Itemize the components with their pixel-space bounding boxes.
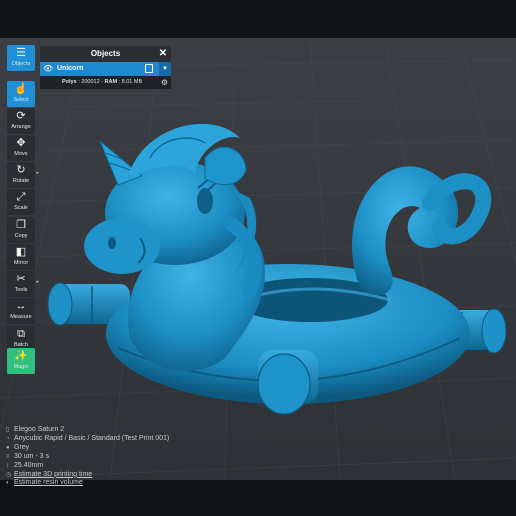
object-stats: Polys : 200012 - RAM : 8.01 MB ⚙ — [62, 76, 168, 89]
submenu-arrow-icon: ▸ — [36, 279, 39, 285]
scale-icon: ⤢ — [16, 191, 26, 203]
front-handle — [257, 350, 318, 415]
object-name: Unicorn — [57, 65, 84, 72]
pointer-icon: ☝ — [14, 83, 28, 95]
move-button[interactable]: ✥ Move — [7, 135, 35, 161]
time-row: ◷ Estimate 3D printing time — [6, 471, 169, 480]
color-row: ● Grey — [6, 444, 169, 453]
resin-name[interactable]: Anycubic Rapid / Basic / Standard (Test … — [14, 435, 169, 442]
rotate-button[interactable]: ↻ Rotate ▸ — [7, 162, 39, 188]
printer-icon: ▯ — [6, 427, 10, 433]
mirror-icon: ◧ — [15, 246, 27, 258]
move-icon: ✥ — [16, 137, 26, 149]
model-height: 25.40mm — [14, 461, 44, 469]
tail — [351, 166, 492, 296]
ram-label: RAM — [104, 79, 118, 85]
color-icon: ● — [6, 444, 10, 451]
layers-icon: ≡ — [6, 453, 10, 460]
objects-panel-header: Objects ✕ — [40, 46, 171, 62]
layer-row: ≡ 30 um - 3 s — [6, 453, 169, 462]
select-label: Select — [13, 97, 29, 103]
height-row: ↕ 25.40mm — [6, 462, 169, 471]
mirror-label: Mirror — [13, 260, 29, 266]
resin-volume-row: ◐ Estimate resin volume — [6, 479, 169, 488]
printer-name[interactable]: Elegoo Saturn 2 — [14, 426, 64, 433]
top-bar — [0, 0, 516, 38]
scale-button[interactable]: ⤢ Scale — [7, 189, 35, 215]
eye-icon[interactable]: 👁 — [43, 62, 53, 76]
unicorn-model[interactable] — [0, 38, 516, 480]
copy-button[interactable]: ❐ Copy — [7, 217, 35, 243]
copy-icon: ❐ — [16, 219, 26, 231]
rotate-icon: ↻ — [16, 164, 26, 176]
gear-icon[interactable]: ⚙ — [161, 76, 168, 89]
ram-value: 8.01 MB — [121, 79, 143, 85]
printer-info: ▯ Elegoo Saturn 2 ◔ Anycubic Rapid / Basic… — [6, 426, 169, 488]
magic-label: Magic — [13, 364, 29, 370]
tools-label: Tools — [14, 287, 28, 293]
close-icon[interactable]: ✕ — [157, 46, 169, 62]
objects-panel: Objects ✕ 👁 Unicorn ▼ Polys : 200012 - R… — [40, 46, 171, 89]
color-name[interactable]: Grey — [14, 444, 29, 451]
unicorn-ear — [204, 146, 247, 186]
scale-label: Scale — [14, 205, 28, 211]
measure-icon: ↔ — [15, 300, 27, 312]
list-icon: ☰ — [16, 47, 26, 59]
object-row-unicorn[interactable]: 👁 Unicorn ▼ — [40, 62, 171, 76]
scissors-icon: ✂ — [16, 273, 26, 285]
estimate-resin-link[interactable]: Estimate resin volume — [14, 479, 83, 486]
rotate-label: Rotate — [12, 178, 30, 184]
select-button[interactable]: ☝ Select — [7, 81, 35, 107]
drop-icon: ◐ — [6, 480, 10, 487]
3d-viewport[interactable] — [0, 38, 516, 480]
arrange-button[interactable]: ⟳ Arrange — [7, 108, 35, 134]
arrange-icon: ⟳ — [16, 110, 26, 122]
layer-settings[interactable]: 30 um - 3 s — [14, 453, 49, 460]
measure-label: Measure — [10, 314, 32, 320]
magic-button[interactable]: ✨ Magic — [7, 348, 35, 374]
move-label: Move — [14, 151, 28, 157]
height-icon: ↕ — [6, 462, 9, 469]
polys-value: 200012 — [81, 79, 100, 85]
polys-label: Polys — [62, 79, 77, 85]
objects-panel-title: Objects — [90, 49, 121, 58]
copy-label: Copy — [14, 233, 28, 239]
measure-button[interactable]: ↔ Measure — [7, 298, 35, 324]
chevron-down-icon[interactable]: ▼ — [159, 62, 171, 76]
estimate-time-link[interactable]: Estimate 3D printing time — [14, 471, 92, 478]
cube-icon[interactable] — [145, 64, 153, 73]
objects-label: Objects — [11, 61, 31, 67]
mirror-button[interactable]: ◧ Mirror — [7, 244, 35, 270]
objects-button[interactable]: ☰ Objects — [7, 45, 35, 71]
batch-icon: ⧉ — [17, 328, 25, 340]
tools-button[interactable]: ✂ Tools ▸ — [7, 271, 39, 297]
magic-wand-icon: ✨ — [14, 350, 28, 362]
clock-icon: ◷ — [6, 471, 12, 478]
submenu-arrow-icon: ▸ — [36, 170, 39, 176]
printer-row: ▯ Elegoo Saturn 2 — [6, 426, 169, 435]
arrange-label: Arrange — [11, 124, 31, 130]
resin-icon: ◔ — [6, 435, 10, 442]
resin-row: ◔ Anycubic Rapid / Basic / Standard (Test… — [6, 435, 169, 444]
